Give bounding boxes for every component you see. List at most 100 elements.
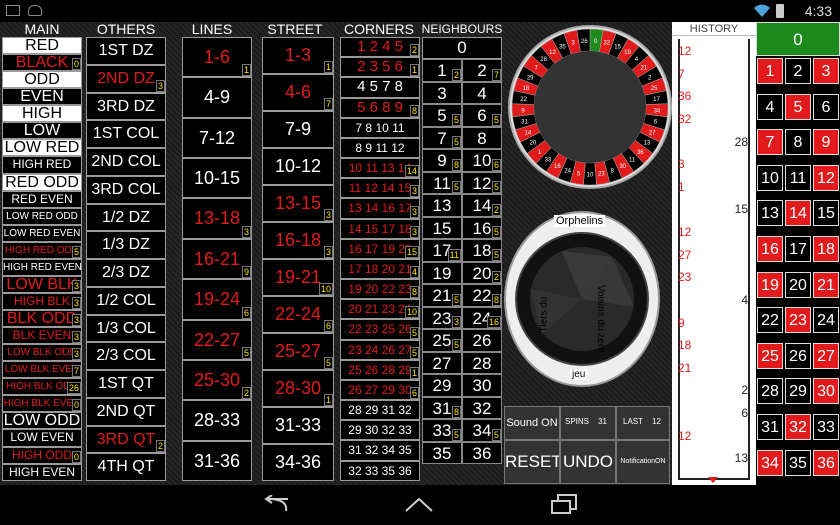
others-bet-button[interactable]: 2/3 DZ <box>86 259 166 287</box>
main-bet-button[interactable]: ODD <box>2 71 82 89</box>
street-bet-button[interactable]: 13-15 3 <box>262 185 334 222</box>
board-number[interactable]: 19 <box>757 271 783 298</box>
main-bet-button[interactable]: LOW <box>2 122 82 140</box>
neighbour-cell[interactable]: 20 2 <box>462 261 502 284</box>
corner-bet-button[interactable]: 17 18 20 21 4 <box>340 258 420 280</box>
corner-bet-button[interactable]: 28 29 31 32 <box>340 400 420 421</box>
main-bet-button[interactable]: RED ODD <box>2 173 82 191</box>
corner-bet-button[interactable]: 16 17 19 20 15 <box>340 238 420 259</box>
board-number[interactable]: 15 <box>813 200 839 227</box>
others-bet-button[interactable]: 1ST QT <box>86 370 166 398</box>
main-bet-button[interactable]: RED <box>2 37 82 55</box>
board-number[interactable]: 4 <box>757 93 783 120</box>
others-bet-button[interactable]: 1/3 COL <box>86 314 166 343</box>
lines-bet-button[interactable]: 1-6 1 <box>182 37 252 78</box>
corner-bet-button[interactable]: 32 33 35 36 <box>340 460 420 481</box>
neighbour-cell[interactable]: 75 <box>422 126 462 149</box>
others-bet-button[interactable]: 3RD QT 2 <box>86 425 166 454</box>
board-zero[interactable]: 0 <box>756 22 840 56</box>
neighbour-cell[interactable]: 13 <box>422 194 462 217</box>
board-number[interactable]: 6 <box>813 93 839 120</box>
neighbour-cell[interactable]: 35 <box>422 441 462 464</box>
street-bet-button[interactable]: 10-12 <box>262 148 334 185</box>
street-bet-button[interactable]: 19-21 10 <box>262 259 334 296</box>
main-bet-button[interactable]: HIGH RED EVEN <box>2 258 82 276</box>
board-number[interactable]: 14 <box>785 200 811 227</box>
board-number[interactable]: 7 <box>757 129 783 156</box>
neighbour-cell[interactable]: 14 2 <box>462 194 502 217</box>
neighbour-cell[interactable]: 25 5 <box>422 329 462 352</box>
main-bet-button[interactable]: HIGH RED <box>2 156 82 174</box>
main-bet-button[interactable]: BLK EVEN 3 <box>2 327 82 345</box>
lines-bet-button[interactable]: 22-27 5 <box>182 319 252 360</box>
street-bet-button[interactable]: 4-6 7 <box>262 74 334 111</box>
board-number[interactable]: 29 <box>785 378 811 405</box>
corner-bet-button[interactable]: 2 3 5 6 1 <box>340 57 420 78</box>
board-number[interactable]: 16 <box>757 236 783 262</box>
neighbour-cell[interactable]: 12 5 <box>462 171 502 194</box>
lines-bet-button[interactable]: 10-15 <box>182 158 252 199</box>
main-bet-button[interactable]: BLACK 0 <box>2 54 82 72</box>
lines-bet-button[interactable]: 31-36 <box>182 440 252 481</box>
neighbour-cell[interactable]: 34 5 <box>462 419 502 442</box>
board-number[interactable]: 21 <box>813 271 839 298</box>
main-bet-button[interactable]: LOW BLK ODD 3 <box>2 344 82 362</box>
neighbour-cell[interactable]: 32 <box>462 396 502 419</box>
neighbour-cell[interactable]: 30 <box>462 374 502 397</box>
corner-bet-button[interactable]: 11 12 14 15 3 <box>340 178 420 199</box>
main-bet-button[interactable]: HIGH ODD 0 <box>2 446 82 464</box>
corner-bet-button[interactable]: 25 26 28 29 1 <box>340 359 420 380</box>
board-number[interactable]: 8 <box>785 129 811 156</box>
others-bet-button[interactable]: 2ND COL <box>86 148 166 176</box>
tiers-label[interactable]: Tiers du <box>538 297 549 333</box>
board-number[interactable]: 26 <box>785 342 811 369</box>
street-bet-button[interactable]: 7-9 <box>262 111 334 148</box>
neighbour-cell[interactable]: 26 <box>462 329 502 352</box>
board-number[interactable]: 36 <box>813 449 839 476</box>
others-bet-button[interactable]: 3RD DZ <box>86 92 166 121</box>
board-number[interactable]: 5 <box>785 93 811 120</box>
neighbour-cell[interactable]: 8 <box>462 126 502 149</box>
sound-toggle[interactable]: Sound ON <box>504 406 560 440</box>
neighbour-cell[interactable]: 65 <box>462 104 502 127</box>
main-bet-button[interactable]: BLK ODD 3 <box>2 310 82 328</box>
neighbour-cell[interactable]: 55 <box>422 104 462 127</box>
main-bet-button[interactable]: HIGH BLK 3 <box>2 292 82 310</box>
board-number[interactable]: 2 <box>785 58 811 84</box>
main-bet-button[interactable]: HIGH <box>2 105 82 123</box>
neighbour-cell[interactable]: 21 5 <box>422 284 462 307</box>
corner-bet-button[interactable]: 31 32 34 35 <box>340 440 420 461</box>
neighbour-cell[interactable]: 24 16 <box>462 306 502 329</box>
street-bet-button[interactable]: 34-36 <box>262 444 334 481</box>
recent-apps-icon[interactable] <box>550 493 578 515</box>
board-number[interactable]: 11 <box>785 164 811 191</box>
others-bet-button[interactable]: 1ST DZ <box>86 37 166 65</box>
board-number[interactable]: 1 <box>757 58 783 84</box>
main-bet-button[interactable]: HIGH BLK EVEN 0 <box>2 395 82 413</box>
board-number[interactable]: 13 <box>757 200 783 227</box>
corner-bet-button[interactable]: 14 15 17 18 3 <box>340 218 420 239</box>
board-number[interactable]: 33 <box>813 414 839 440</box>
neighbour-cell[interactable]: 27 <box>422 351 462 374</box>
others-bet-button[interactable]: 1ST COL <box>86 120 166 148</box>
board-number[interactable]: 20 <box>785 271 811 298</box>
undo-button[interactable]: UNDO <box>560 440 616 484</box>
neighbour-cell[interactable]: 16 5 <box>462 216 502 239</box>
board-number[interactable]: 32 <box>785 414 811 440</box>
corner-bet-button[interactable]: 22 23 25 26 5 <box>340 319 420 340</box>
street-bet-button[interactable]: 28-30 1 <box>262 370 334 407</box>
board-number[interactable]: 34 <box>757 449 783 476</box>
main-bet-button[interactable]: RED EVEN <box>2 190 82 208</box>
board-number[interactable]: 25 <box>757 342 783 369</box>
lines-bet-button[interactable]: 19-24 6 <box>182 279 252 320</box>
street-bet-button[interactable]: 16-18 3 <box>262 222 334 259</box>
main-bet-button[interactable]: LOW BLK 3 <box>2 275 82 293</box>
board-number[interactable]: 35 <box>785 449 811 476</box>
main-bet-button[interactable]: HIGH BLK ODD 26 <box>2 378 82 396</box>
main-bet-button[interactable]: LOW RED EVEN <box>2 224 82 242</box>
board-number[interactable]: 10 <box>757 164 783 191</box>
home-icon[interactable] <box>404 495 434 515</box>
corner-bet-button[interactable]: 20 21 23 24 10 <box>340 299 420 320</box>
corner-bet-button[interactable]: 23 24 26 27 5 <box>340 339 420 360</box>
board-number[interactable]: 9 <box>813 129 839 156</box>
